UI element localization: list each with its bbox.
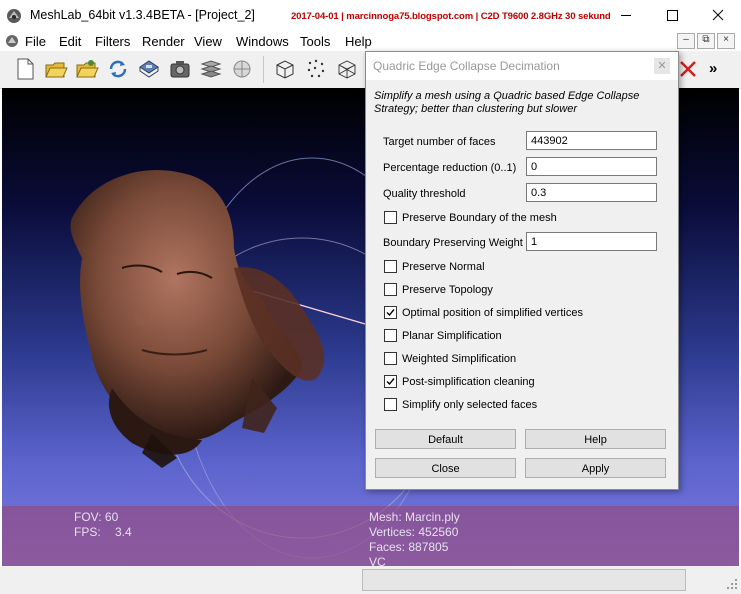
layers-icon[interactable] xyxy=(199,57,223,81)
menu-filters[interactable]: Filters xyxy=(95,34,130,49)
checkbox-label: Optimal position of simplified vertices xyxy=(402,306,583,319)
help-button[interactable]: Help xyxy=(525,429,666,449)
simplify-selected-checkbox[interactable]: Simplify only selected faces xyxy=(384,398,537,411)
maximize-icon xyxy=(667,10,678,21)
checkmark-icon xyxy=(386,378,395,386)
minimize-icon xyxy=(621,15,631,16)
menu-windows[interactable]: Windows xyxy=(236,34,289,49)
menu-help[interactable]: Help xyxy=(345,34,372,49)
menu-view[interactable]: View xyxy=(194,34,222,49)
decimation-dialog: Quadric Edge Collapse Decimation ✕ Simpl… xyxy=(365,51,679,490)
snapshot-icon[interactable] xyxy=(168,57,192,81)
mdi-controls: – ⧉ × xyxy=(677,33,735,49)
percentage-reduction-label: Percentage reduction (0..1) xyxy=(383,162,517,174)
dialog-description: Simplify a mesh using a Quadric based Ed… xyxy=(374,90,640,115)
checkbox-box[interactable] xyxy=(384,375,397,388)
maximize-button[interactable] xyxy=(649,0,695,31)
close-x-icon[interactable] xyxy=(676,57,700,81)
open-project-icon[interactable] xyxy=(44,57,68,81)
checkbox-box[interactable] xyxy=(384,329,397,342)
checkbox-label: Preserve Normal xyxy=(402,260,485,273)
planar-simplification-checkbox[interactable]: Planar Simplification xyxy=(384,329,502,342)
preserve-boundary-label: Preserve Boundary of the mesh xyxy=(402,211,557,224)
optimal-position-checkbox[interactable]: Optimal position of simplified vertices xyxy=(384,306,583,319)
checkbox-box[interactable] xyxy=(384,398,397,411)
mdi-restore-button[interactable]: ⧉ xyxy=(697,33,715,49)
preserve-topology-checkbox[interactable]: Preserve Topology xyxy=(384,283,493,296)
menu-bar: File Edit Filters Render View Windows To… xyxy=(0,31,741,51)
checkmark-icon xyxy=(386,309,395,317)
close-dialog-button[interactable]: Close xyxy=(375,458,516,478)
blank-icon[interactable] xyxy=(230,57,254,81)
checkbox-label: Preserve Topology xyxy=(402,283,493,296)
default-button[interactable]: Default xyxy=(375,429,516,449)
target-faces-input[interactable]: 443902 xyxy=(526,131,657,150)
checkbox-label: Simplify only selected faces xyxy=(402,398,538,411)
weighted-simplification-checkbox[interactable]: Weighted Simplification xyxy=(384,352,516,365)
fps-value: 3.4 xyxy=(115,525,132,539)
window-title: MeshLab_64bit v1.3.4BETA - [Project_2] xyxy=(30,8,255,22)
fov-label: FOV: 60 xyxy=(74,510,119,524)
dialog-close-button[interactable]: ✕ xyxy=(654,58,670,74)
checkbox-label: Planar Simplification xyxy=(402,329,502,342)
checkbox-label: Post-simplification cleaning xyxy=(402,375,535,388)
boundary-weight-label: Boundary Preserving Weight xyxy=(383,237,523,249)
quality-threshold-label: Quality threshold xyxy=(383,188,466,200)
dialog-title-bar[interactable]: Quadric Edge Collapse Decimation ✕ xyxy=(366,52,678,80)
reload-icon[interactable] xyxy=(106,57,130,81)
mdi-close-button[interactable]: × xyxy=(717,33,735,49)
menu-edit[interactable]: Edit xyxy=(59,34,81,49)
menu-render[interactable]: Render xyxy=(142,34,185,49)
percentage-reduction-input[interactable]: 0 xyxy=(526,157,657,176)
checkbox-box[interactable] xyxy=(384,211,397,224)
status-progress-bar xyxy=(362,569,686,591)
apply-button[interactable]: Apply xyxy=(525,458,666,478)
bbox-icon[interactable] xyxy=(273,57,297,81)
preserve-boundary-checkbox[interactable]: Preserve Boundary of the mesh xyxy=(384,211,557,224)
new-project-icon[interactable] xyxy=(13,57,37,81)
preserve-normal-checkbox[interactable]: Preserve Normal xyxy=(384,260,485,273)
menu-file[interactable]: File xyxy=(25,34,46,49)
meshlab-logo-icon xyxy=(7,9,21,23)
close-button[interactable] xyxy=(695,0,741,31)
close-icon xyxy=(712,9,724,21)
fps-label: FPS: xyxy=(74,525,101,539)
points-icon[interactable] xyxy=(304,57,328,81)
vertices-label: Vertices: 452560 xyxy=(369,525,459,539)
menu-tools[interactable]: Tools xyxy=(300,34,330,49)
vc-label: VC xyxy=(369,555,386,566)
resize-grip-icon[interactable] xyxy=(726,578,738,590)
dialog-title: Quadric Edge Collapse Decimation xyxy=(373,59,560,73)
mdi-minimize-button[interactable]: – xyxy=(677,33,695,49)
mesh-name-label: Mesh: Marcin.ply xyxy=(369,510,460,524)
checkbox-box[interactable] xyxy=(384,283,397,296)
target-faces-label: Target number of faces xyxy=(383,136,496,148)
checkbox-box[interactable] xyxy=(384,306,397,319)
mdi-document-icon[interactable] xyxy=(5,34,19,48)
checkbox-label: Weighted Simplification xyxy=(402,352,517,365)
faces-label: Faces: 887805 xyxy=(369,540,449,554)
status-bar xyxy=(0,566,741,594)
quality-threshold-input[interactable]: 0.3 xyxy=(526,183,657,202)
checkbox-box[interactable] xyxy=(384,352,397,365)
wireframe-icon[interactable] xyxy=(335,57,359,81)
watermark-text: 2017-04-01 | marcinnoga75.blogspot.com |… xyxy=(291,11,611,22)
minimize-button[interactable] xyxy=(603,0,649,31)
open-mesh-icon[interactable] xyxy=(75,57,99,81)
title-bar: MeshLab_64bit v1.3.4BETA - [Project_2] 2… xyxy=(0,0,741,31)
toolbar-overflow-button[interactable]: » xyxy=(709,60,717,77)
toolbar-separator xyxy=(263,56,264,83)
save-icon[interactable] xyxy=(137,57,161,81)
checkbox-box[interactable] xyxy=(384,260,397,273)
info-panel: FOV: 60 FPS: 3.4 Mesh: Marcin.ply Vertic… xyxy=(2,506,739,566)
boundary-weight-input[interactable]: 1 xyxy=(526,232,657,251)
post-simplification-cleaning-checkbox[interactable]: Post-simplification cleaning xyxy=(384,375,535,388)
